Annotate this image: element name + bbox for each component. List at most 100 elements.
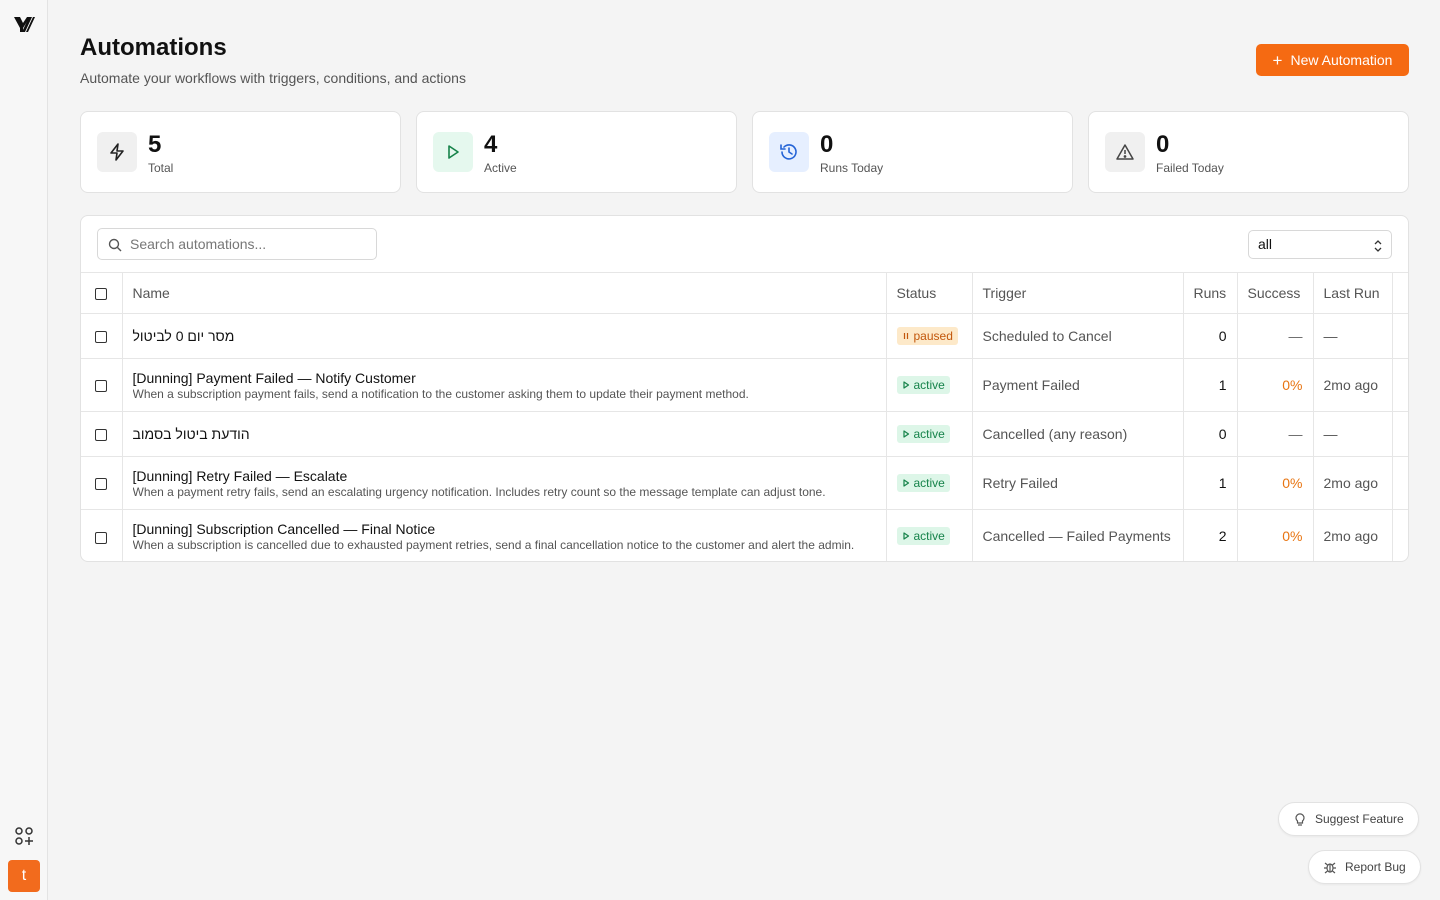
success-cell: 0%: [1237, 509, 1314, 561]
status-cell: paused: [886, 313, 973, 359]
runs-cell: 1: [1183, 358, 1238, 412]
automation-name[interactable]: [Dunning] Payment Failed — Notify Custom…: [133, 370, 876, 386]
play-small-icon: [902, 427, 910, 441]
automations-panel: all Name Status Trigger Runs Success Las…: [80, 215, 1409, 562]
new-automation-button[interactable]: + New Automation: [1256, 44, 1409, 76]
table-row[interactable]: [Dunning] Retry Failed — Escalate When a…: [81, 456, 1408, 510]
name-cell[interactable]: [Dunning] Payment Failed — Notify Custom…: [122, 358, 887, 412]
automation-description: When a subscription payment fails, send …: [132, 386, 749, 401]
status-badge: paused: [896, 327, 958, 345]
runs-cell: 0: [1183, 313, 1238, 359]
actions-cell: [1392, 509, 1408, 561]
name-cell[interactable]: הודעת ביטול בסמוב: [122, 411, 887, 457]
stats-row: 5 Total 4 Active 0 Runs Today 0 Failed T…: [80, 111, 1409, 193]
search-input[interactable]: [130, 229, 370, 259]
status-badge: active: [896, 425, 950, 443]
status-cell: active: [886, 456, 973, 510]
status-label: active: [913, 378, 945, 392]
play-small-icon: [902, 378, 910, 392]
last-run-cell: —: [1313, 411, 1393, 457]
trigger-cell: Cancelled — Failed Payments: [972, 509, 1184, 561]
select-all-checkbox-cell[interactable]: [81, 272, 123, 314]
trigger-cell: Payment Failed: [972, 358, 1184, 412]
automation-name[interactable]: הודעת ביטול בסמוב: [133, 426, 876, 442]
success-cell: 0%: [1237, 456, 1314, 510]
automation-name[interactable]: [Dunning] Retry Failed — Escalate: [133, 468, 876, 484]
status-badge: active: [896, 527, 950, 546]
automation-name[interactable]: [Dunning] Subscription Cancelled — Final…: [133, 521, 876, 537]
status-filter-select[interactable]: all: [1248, 230, 1392, 259]
bug-icon: [1324, 862, 1336, 874]
name-cell[interactable]: [Dunning] Subscription Cancelled — Final…: [122, 509, 887, 561]
pause-icon: [902, 329, 910, 343]
status-label: paused: [913, 329, 953, 343]
table-row[interactable]: מסר יום 0 לביטול paused Scheduled to Can…: [81, 313, 1408, 359]
stat-label: Runs Today: [820, 161, 884, 175]
last-run-cell: 2mo ago: [1313, 509, 1393, 561]
success-cell: —: [1237, 313, 1314, 359]
lightning-icon: [97, 132, 137, 172]
search-icon: [108, 238, 122, 252]
select-all-checkbox[interactable]: [95, 288, 108, 301]
row-checkbox[interactable]: [95, 478, 108, 491]
page-subtitle: Automate your workflows with triggers, c…: [80, 70, 466, 86]
stat-card-failed-today: 0 Failed Today: [1088, 111, 1409, 193]
status-label: active: [913, 427, 945, 441]
row-checkbox[interactable]: [95, 429, 108, 442]
success-cell: 0%: [1237, 358, 1314, 412]
actions-cell: [1392, 411, 1408, 457]
row-checkbox[interactable]: [95, 331, 108, 344]
automations-table: Name Status Trigger Runs Success Last Ru…: [81, 272, 1408, 561]
trigger-cell: Retry Failed: [972, 456, 1184, 510]
stat-value: 0: [1156, 131, 1170, 158]
automation-description: When a payment retry fails, send an esca…: [132, 484, 826, 499]
col-header-trigger[interactable]: Trigger: [972, 272, 1184, 314]
table-row[interactable]: הודעת ביטול בסמוב active Cancelled (any …: [81, 411, 1408, 457]
stat-value: 0: [820, 131, 834, 158]
name-cell[interactable]: [Dunning] Retry Failed — Escalate When a…: [122, 456, 887, 510]
col-header-success[interactable]: Success: [1237, 272, 1314, 314]
play-small-icon: [902, 476, 910, 490]
table-row[interactable]: [Dunning] Subscription Cancelled — Final…: [81, 509, 1408, 561]
apps-icon[interactable]: [14, 826, 34, 846]
col-header-status[interactable]: Status: [886, 272, 973, 314]
chevron-updown-icon: [1374, 240, 1382, 252]
suggest-feature-label: Suggest Feature: [1315, 812, 1404, 826]
avatar[interactable]: t: [8, 860, 40, 892]
page-title: Automations: [80, 34, 227, 61]
automation-name[interactable]: מסר יום 0 לביטול: [133, 328, 876, 344]
stat-label: Failed Today: [1156, 161, 1224, 175]
report-bug-label: Report Bug: [1345, 860, 1406, 874]
col-header-last-run[interactable]: Last Run: [1313, 272, 1393, 314]
row-checkbox-cell[interactable]: [81, 456, 123, 510]
history-icon: [769, 132, 809, 172]
table-header-row: Name Status Trigger Runs Success Last Ru…: [81, 272, 1408, 314]
status-label: active: [913, 529, 945, 544]
trigger-cell: Cancelled (any reason): [972, 411, 1184, 457]
stat-label: Active: [484, 161, 517, 175]
actions-cell: [1392, 313, 1408, 359]
logo-icon[interactable]: [12, 12, 36, 36]
row-checkbox-cell[interactable]: [81, 411, 123, 457]
last-run-cell: 2mo ago: [1313, 456, 1393, 510]
col-header-name[interactable]: Name: [122, 272, 887, 314]
status-cell: active: [886, 509, 973, 561]
report-bug-button[interactable]: Report Bug: [1308, 850, 1421, 884]
lightbulb-icon: [1295, 813, 1305, 826]
row-checkbox-cell[interactable]: [81, 313, 123, 359]
status-label: active: [913, 476, 945, 490]
status-badge: active: [896, 474, 950, 492]
actions-cell: [1392, 456, 1408, 510]
row-checkbox[interactable]: [95, 531, 108, 544]
col-header-runs[interactable]: Runs: [1183, 272, 1238, 314]
row-checkbox-cell[interactable]: [81, 358, 123, 412]
runs-cell: 0: [1183, 411, 1238, 457]
row-checkbox-cell[interactable]: [81, 509, 123, 561]
last-run-cell: 2mo ago: [1313, 358, 1393, 412]
suggest-feature-button[interactable]: Suggest Feature: [1278, 802, 1419, 836]
search-box[interactable]: [97, 228, 377, 260]
table-row[interactable]: [Dunning] Payment Failed — Notify Custom…: [81, 358, 1408, 412]
name-cell[interactable]: מסר יום 0 לביטול: [122, 313, 887, 359]
sidebar: t: [0, 0, 48, 900]
row-checkbox[interactable]: [95, 380, 108, 393]
